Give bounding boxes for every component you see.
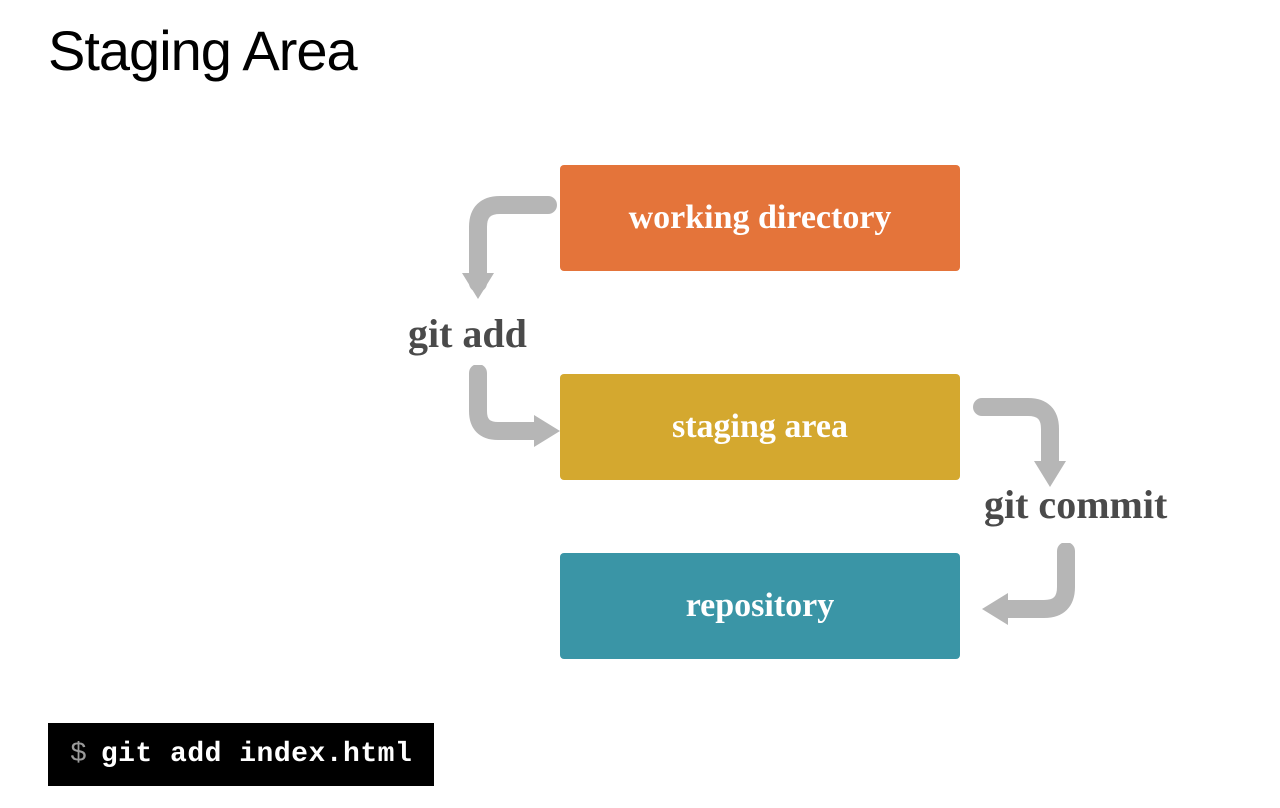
- git-add-label: git add: [408, 310, 527, 357]
- arrow-add-to-staging-icon: [462, 365, 572, 465]
- terminal-command: git add index.html: [101, 739, 412, 770]
- working-directory-box: working directory: [560, 165, 960, 271]
- arrow-working-to-add-icon: [460, 193, 560, 313]
- staging-area-box: staging area: [560, 374, 960, 480]
- arrow-staging-to-commit-icon: [970, 393, 1080, 503]
- slide-title: Staging Area: [48, 18, 357, 83]
- repository-box: repository: [560, 553, 960, 659]
- git-flow-diagram: working directory staging area repositor…: [0, 165, 1280, 685]
- terminal-prompt: $: [70, 739, 87, 770]
- staging-area-label: staging area: [672, 408, 848, 446]
- repository-label: repository: [686, 587, 835, 625]
- arrow-commit-to-repo-icon: [970, 543, 1090, 643]
- terminal-snippet: $ git add index.html: [48, 723, 434, 786]
- working-directory-label: working directory: [629, 199, 892, 237]
